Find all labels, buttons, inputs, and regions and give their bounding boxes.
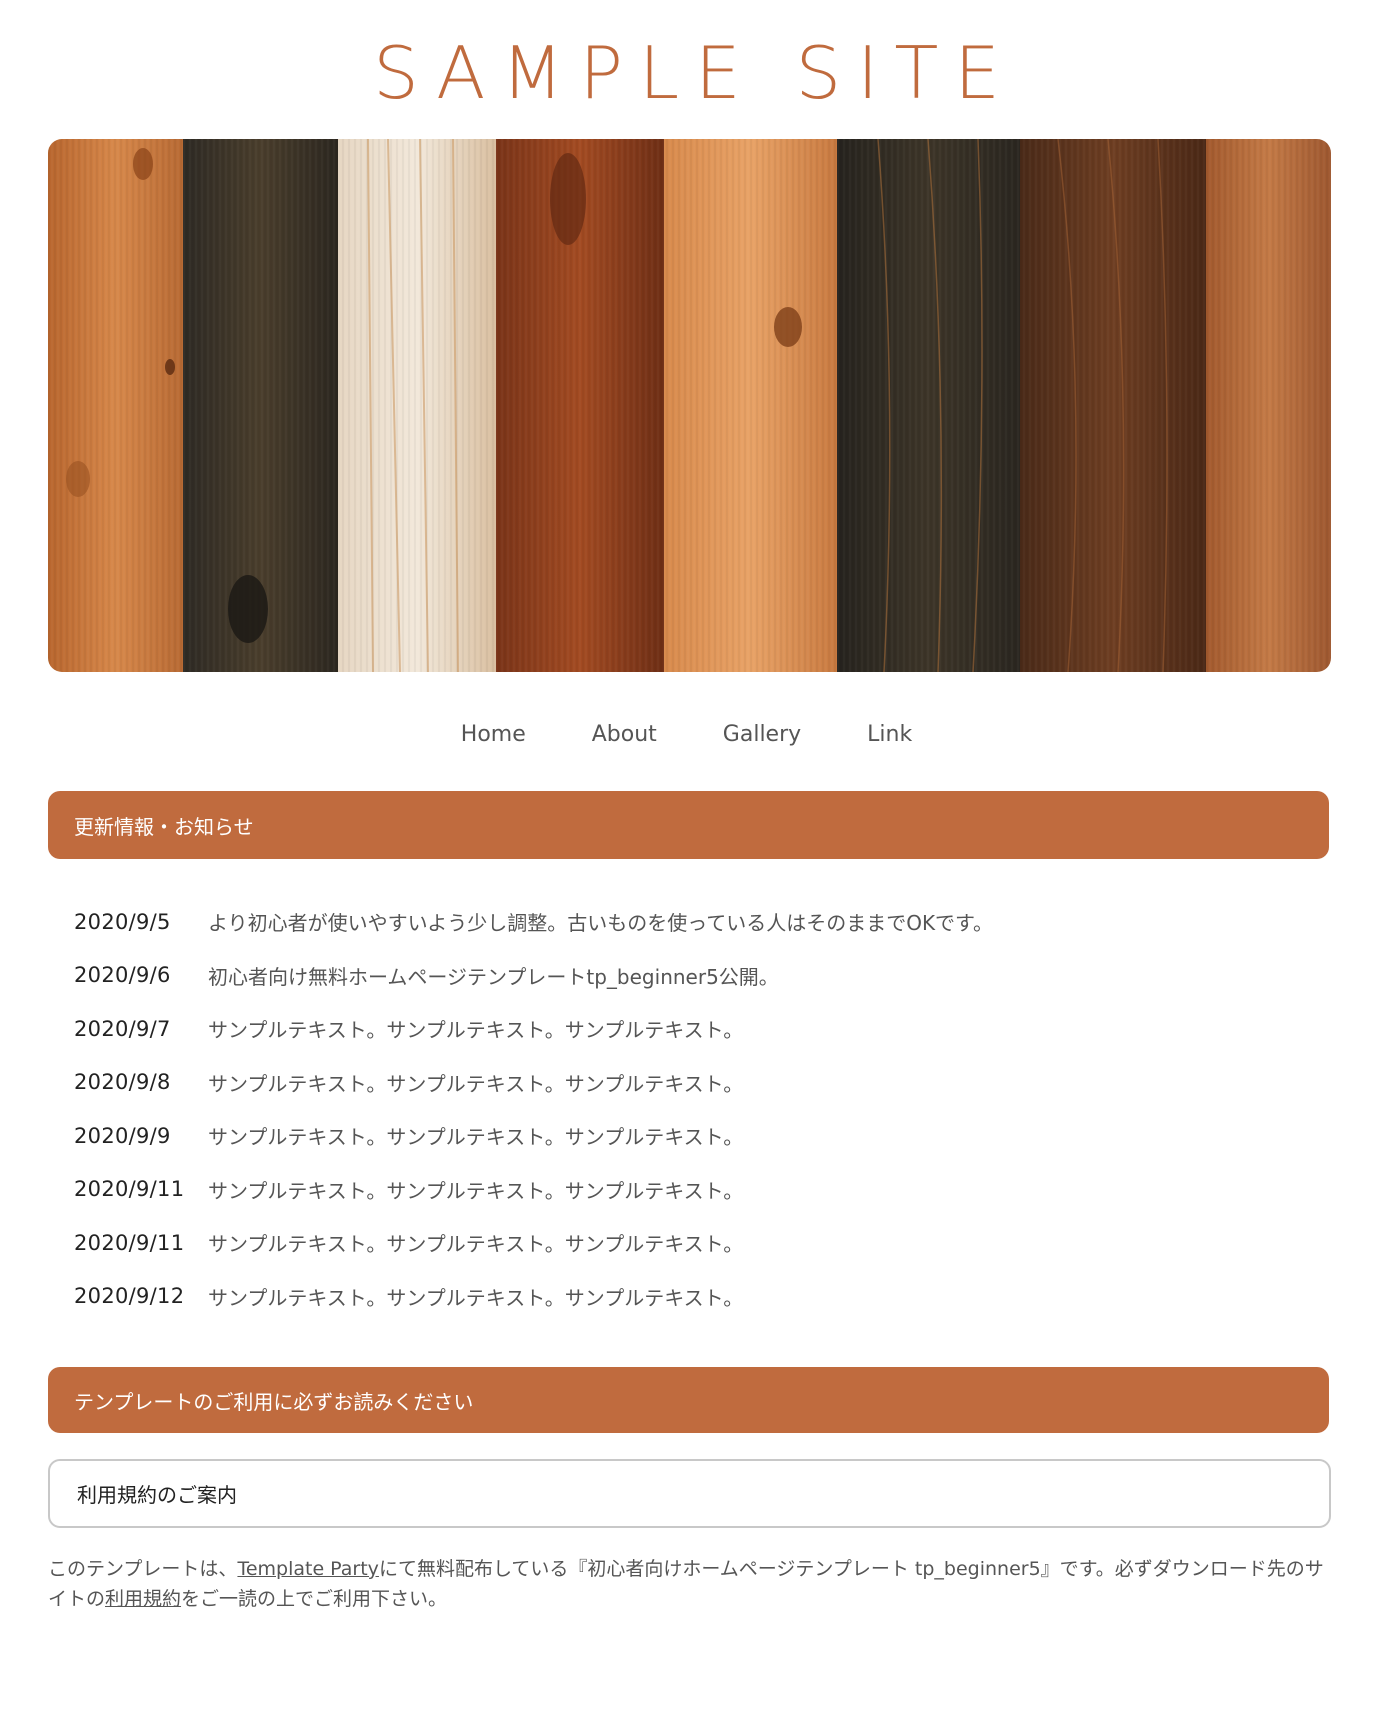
news-date: 2020/9/9 bbox=[74, 1123, 171, 1148]
news-text: 初心者向け無料ホームページテンプレートtp_beginner5公開。 bbox=[208, 964, 779, 989]
terms-of-use-link[interactable]: 利用規約 bbox=[105, 1588, 181, 1610]
news-text: サンプルテキスト。サンプルテキスト。サンプルテキスト。 bbox=[208, 1232, 744, 1257]
nav-home[interactable]: Home bbox=[428, 716, 559, 753]
nav-about[interactable]: About bbox=[559, 716, 690, 753]
news-text: サンプルテキスト。サンプルテキスト。サンプルテキスト。 bbox=[208, 1018, 744, 1043]
news-date: 2020/9/7 bbox=[74, 1016, 171, 1041]
news-date: 2020/9/12 bbox=[74, 1284, 185, 1309]
news-date: 2020/9/11 bbox=[74, 1177, 185, 1202]
news-text: より初心者が使いやすいよう少し調整。古いものを使っている人はそのままでOKです。 bbox=[208, 911, 994, 936]
news-text: サンプルテキスト。サンプルテキスト。サンプルテキスト。 bbox=[208, 1125, 744, 1150]
news-date: 2020/9/11 bbox=[74, 1230, 185, 1255]
template-party-link[interactable]: Template Party bbox=[237, 1558, 379, 1580]
terms-guide-box[interactable]: 利用規約のご案内 bbox=[48, 1459, 1331, 1528]
terms-guide-label: 利用規約のご案内 bbox=[77, 1483, 237, 1507]
news-text: サンプルテキスト。サンプルテキスト。サンプルテキスト。 bbox=[208, 1071, 744, 1096]
hero-image bbox=[48, 139, 1331, 672]
site-logo[interactable]: SAMPLE SITE bbox=[373, 37, 1016, 109]
news-item: 2020/9/9 サンプルテキスト。サンプルテキスト。サンプルテキスト。 bbox=[74, 1109, 1304, 1163]
note-part-3: をご一読の上でご利用下さい。 bbox=[181, 1588, 448, 1610]
news-text: サンプルテキスト。サンプルテキスト。サンプルテキスト。 bbox=[208, 1285, 744, 1310]
news-date: 2020/9/6 bbox=[74, 963, 171, 988]
main-nav: Home About Gallery Link bbox=[0, 716, 1373, 753]
news-date: 2020/9/5 bbox=[74, 909, 171, 934]
nav-link[interactable]: Link bbox=[834, 716, 945, 753]
note-part-1: このテンプレートは、 bbox=[48, 1558, 238, 1580]
site-header: SAMPLE SITE bbox=[0, 0, 1373, 133]
news-item: 2020/9/5 より初心者が使いやすいよう少し調整。古いものを使っている人はそ… bbox=[74, 895, 1304, 949]
news-item: 2020/9/7 サンプルテキスト。サンプルテキスト。サンプルテキスト。 bbox=[74, 1002, 1304, 1056]
template-usage-note: このテンプレートは、Template Partyにて無料配布している『初心者向け… bbox=[48, 1554, 1331, 1614]
news-item: 2020/9/11 サンプルテキスト。サンプルテキスト。サンプルテキスト。 bbox=[74, 1216, 1304, 1270]
news-list: 2020/9/5 より初心者が使いやすいよう少し調整。古いものを使っている人はそ… bbox=[74, 895, 1304, 1323]
news-item: 2020/9/12 サンプルテキスト。サンプルテキスト。サンプルテキスト。 bbox=[74, 1270, 1304, 1324]
news-date: 2020/9/8 bbox=[74, 1070, 171, 1095]
news-heading: 更新情報・お知らせ bbox=[48, 791, 1329, 859]
news-item: 2020/9/6 初心者向け無料ホームページテンプレートtp_beginner5… bbox=[74, 949, 1304, 1003]
template-notice-heading: テンプレートのご利用に必ずお読みください bbox=[48, 1367, 1329, 1433]
news-item: 2020/9/8 サンプルテキスト。サンプルテキスト。サンプルテキスト。 bbox=[74, 1056, 1304, 1110]
wooden-planks-illustration bbox=[48, 139, 1331, 672]
nav-gallery[interactable]: Gallery bbox=[690, 716, 834, 753]
news-item: 2020/9/11 サンプルテキスト。サンプルテキスト。サンプルテキスト。 bbox=[74, 1163, 1304, 1217]
page: SAMPLE SITE Home About Gallery Link 更新情報… bbox=[0, 0, 1373, 1719]
news-text: サンプルテキスト。サンプルテキスト。サンプルテキスト。 bbox=[208, 1178, 744, 1203]
